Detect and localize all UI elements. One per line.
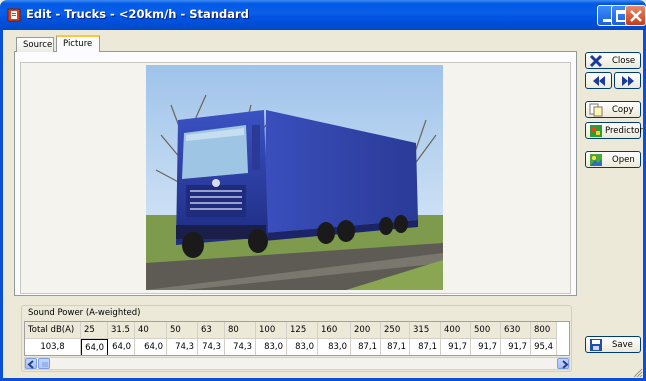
band-value-cell[interactable]: 83,0 xyxy=(287,339,318,355)
band-value-cell[interactable]: 83,0 xyxy=(256,339,287,355)
open-button[interactable]: Open xyxy=(585,151,641,168)
close-button[interactable]: Close xyxy=(585,52,641,69)
scroll-right-button[interactable] xyxy=(557,358,569,369)
band-value-cell[interactable]: 87,1 xyxy=(410,339,441,355)
predictor-button-label: Predictor xyxy=(605,126,643,136)
fast-forward-icon xyxy=(622,76,634,86)
band-value-cell[interactable]: 91,7 xyxy=(441,339,471,355)
grip-icon xyxy=(42,362,48,367)
column-header-band: 80 xyxy=(225,322,256,339)
band-value-cell[interactable]: 64,0 xyxy=(135,339,167,355)
copy-button-label: Copy xyxy=(612,105,634,115)
band-value-cell[interactable]: 95,4 xyxy=(531,339,557,355)
column-header-band: 40 xyxy=(135,322,167,339)
scroll-thumb[interactable] xyxy=(38,358,50,369)
tab-picture-label: Picture xyxy=(63,39,93,49)
sound-power-title: Sound Power (A-weighted) xyxy=(27,308,142,318)
column-header-band: 25 xyxy=(81,322,108,339)
tab-source-label: Source xyxy=(23,40,53,50)
band-value-cell[interactable]: 91,7 xyxy=(501,339,531,355)
column-header-band: 100 xyxy=(256,322,287,339)
app-icon xyxy=(7,8,21,22)
scroll-left-button[interactable] xyxy=(25,358,37,369)
band-value-cell[interactable]: 74,3 xyxy=(225,339,256,355)
column-header-band: 160 xyxy=(318,322,351,339)
column-header-band: 125 xyxy=(287,322,318,339)
band-value-cell[interactable]: 83,0 xyxy=(318,339,351,355)
band-value-cell[interactable]: 91,7 xyxy=(471,339,501,355)
column-header-band: 50 xyxy=(167,322,198,339)
sound-power-grid[interactable]: Total dB(A) 103,8 25 64,0 31.5 64,0 40 64,0 50 74… xyxy=(24,321,570,356)
close-button-label: Close xyxy=(612,56,636,66)
scroll-right-icon xyxy=(562,360,569,369)
previous-button[interactable] xyxy=(585,72,612,89)
scroll-left-icon xyxy=(27,360,34,369)
band-value-cell[interactable]: 87,1 xyxy=(351,339,381,355)
save-button-label: Save xyxy=(612,340,633,350)
tab-picture[interactable]: Picture xyxy=(56,35,100,52)
copy-button[interactable]: Copy xyxy=(585,101,641,118)
column-header-band: 800 xyxy=(531,322,557,339)
close-icon xyxy=(630,10,642,22)
column-header-band: 250 xyxy=(381,322,410,339)
band-value-cell[interactable]: 64,0 xyxy=(108,339,135,355)
truck-photo xyxy=(146,65,443,290)
rewind-icon xyxy=(593,76,605,86)
title-bar[interactable]: Edit - Trucks - <20km/h - Standard xyxy=(0,0,646,30)
close-x-icon xyxy=(589,54,603,68)
band-value-cell[interactable]: 74,3 xyxy=(167,339,198,355)
column-header-band: 315 xyxy=(410,322,441,339)
save-button[interactable]: Save xyxy=(585,336,641,353)
open-icon xyxy=(590,154,602,166)
column-header-band: 630 xyxy=(501,322,531,339)
resize-grip-icon[interactable] xyxy=(633,368,643,378)
column-header-band: 63 xyxy=(198,322,225,339)
horizontal-scrollbar[interactable] xyxy=(24,357,570,370)
floppy-disk-icon xyxy=(590,339,602,351)
predictor-icon xyxy=(590,125,602,137)
open-button-label: Open xyxy=(612,155,635,165)
column-header-total: Total dB(A) xyxy=(25,322,81,339)
predictor-button[interactable]: Predictor xyxy=(585,122,643,139)
window-title: Edit - Trucks - <20km/h - Standard xyxy=(26,7,249,21)
column-header-band: 200 xyxy=(351,322,381,339)
column-header-band: 31.5 xyxy=(108,322,135,339)
close-window-button[interactable] xyxy=(625,5,646,26)
copy-icon xyxy=(589,103,603,117)
tab-source[interactable]: Source xyxy=(16,37,54,52)
next-button[interactable] xyxy=(614,72,641,89)
band-value-cell[interactable]: 64,0 xyxy=(81,339,108,355)
total-value-cell: 103,8 xyxy=(25,339,81,355)
column-header-band: 400 xyxy=(441,322,471,339)
band-value-cell[interactable]: 87,1 xyxy=(381,339,410,355)
band-value-cell[interactable]: 74,3 xyxy=(198,339,225,355)
column-header-band: 500 xyxy=(471,322,501,339)
